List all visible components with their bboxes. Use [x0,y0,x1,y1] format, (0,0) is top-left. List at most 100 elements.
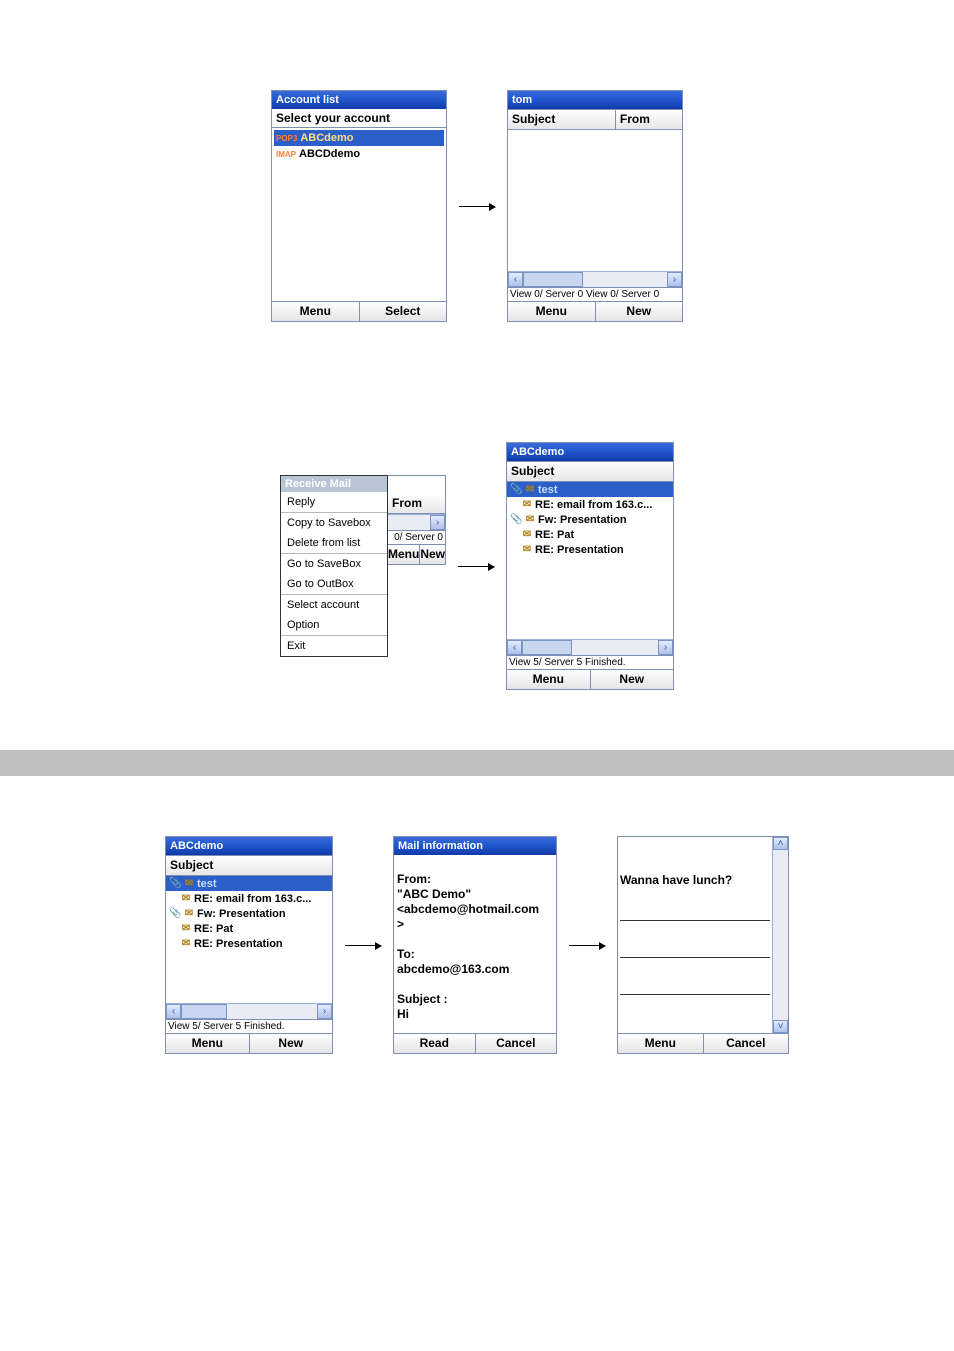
mail-icon: ✉ [521,529,533,540]
softkeys: Menu Select [272,301,446,321]
mail-subject: Fw: Presentation [538,514,627,526]
mail-icon: ✉ [521,544,533,555]
mail-info-body: From: "ABC Demo" <abcdemo@hotmail.com > … [394,855,556,1033]
softkeys: Menu New [507,669,673,689]
label-from: From: [397,872,431,886]
window-account-list: Account list Select your account POP3 AB… [271,90,447,322]
window-mail-body: Wanna have lunch? — No masks required! U… [617,836,789,1054]
titlebar-inbox-tom: tom [508,91,682,109]
softkey-new[interactable]: New [595,302,683,321]
account-item[interactable]: POP3 ABCdemo [274,130,444,146]
softkey-cancel[interactable]: Cancel [703,1034,789,1053]
softkey-new[interactable]: New [419,545,445,564]
scroll-down-icon[interactable]: ˅ [773,1020,788,1033]
horizontal-scrollbar[interactable]: ‹ › [508,271,682,287]
window-inbox-tom: tom Subject From ‹ › View 0/ Server 0 Vi… [507,90,683,322]
column-from[interactable]: From [616,110,682,129]
window-inbox-abcdemo-2: ABCdemo Subject 📎 ✉ test ✉ RE: email fro… [165,836,333,1054]
account-list-body: POP3 ABCdemo IMAP ABCDdemo [272,128,446,301]
value-from-addr: <abcdemo@hotmail.com [397,902,539,916]
scroll-up-icon[interactable]: ˄ [773,837,788,850]
window-menu-popup: Receive Mail Reply Copy to Savebox Delet… [280,475,446,657]
horizontal-scrollbar[interactable]: › [388,514,445,530]
softkey-read[interactable]: Read [394,1034,475,1053]
table-header: Subject [166,855,332,876]
scroll-right-icon[interactable]: › [430,515,445,530]
mail-subject: RE: Pat [194,923,233,935]
mail-row[interactable]: ✉ RE: Presentation [166,936,332,951]
mail-row[interactable]: ✉ RE: email from 163.c... [507,497,673,512]
column-from[interactable]: From [388,494,445,513]
mail-subject: RE: email from 163.c... [535,499,652,511]
mail-row[interactable]: ✉ RE: Pat [166,921,332,936]
mail-subject: Fw: Presentation [197,908,286,920]
mail-row[interactable]: 📎 ✉ Fw: Presentation [166,906,332,921]
menu-item-go-outbox[interactable]: Go to OutBox [281,574,387,594]
column-subject[interactable]: Subject [507,462,673,481]
softkey-menu[interactable]: Menu [618,1034,703,1053]
mail-row[interactable]: 📎 ✉ test [166,876,332,891]
mail-icon: ✉ [180,893,192,904]
menu-item-go-savebox[interactable]: Go to SaveBox [281,554,387,574]
vertical-scrollbar[interactable]: ˄ ˅ [772,837,788,1033]
horizontal-scrollbar[interactable]: ‹ › [507,639,673,655]
softkey-new[interactable]: New [249,1034,333,1053]
column-subject[interactable]: Subject [166,856,332,875]
scroll-left-icon[interactable]: ‹ [508,272,523,287]
titlebar-mail-info: Mail information [394,837,556,855]
column-subject[interactable]: Subject [508,110,616,129]
table-header-partial: From [388,494,445,514]
menu-item-delete[interactable]: Delete from list [281,533,387,553]
menu-item-option[interactable]: Option [281,615,387,635]
softkey-menu[interactable]: Menu [166,1034,249,1053]
softkey-select[interactable]: Select [359,302,447,321]
scroll-right-icon[interactable]: › [658,640,673,655]
label-to: To: [397,947,415,961]
text-line [620,943,770,958]
inbox-list-empty [508,130,682,271]
mail-row[interactable]: ✉ RE: email from 163.c... [166,891,332,906]
softkey-menu[interactable]: Menu [508,302,595,321]
scroll-left-icon[interactable]: ‹ [507,640,522,655]
table-header: Subject [507,461,673,482]
menu-item-select-account[interactable]: Select account [281,595,387,615]
subhead-select-account: Select your account [272,109,446,128]
menu-item-exit[interactable]: Exit [281,636,387,656]
account-name: ABCDdemo [299,148,360,160]
scrollbar-thumb[interactable] [181,1004,227,1019]
mail-icon: ✉ [183,908,195,919]
attachment-icon: 📎 [169,908,181,919]
text-line [620,980,770,995]
titlebar-inbox-abcdemo: ABCdemo [507,443,673,461]
scroll-right-icon[interactable]: › [667,272,682,287]
softkey-menu[interactable]: Menu [388,545,419,564]
mail-row[interactable]: 📎 ✉ test [507,482,673,497]
softkey-menu[interactable]: Menu [272,302,359,321]
scrollbar-thumb[interactable] [523,272,583,287]
mail-row[interactable]: ✉ RE: Presentation [507,542,673,557]
mail-subject: RE: email from 163.c... [194,893,311,905]
mail-row[interactable]: ✉ RE: Pat [507,527,673,542]
softkey-new[interactable]: New [590,670,674,689]
inbox-list: 📎 ✉ test ✉ RE: email from 163.c... 📎 ✉ F… [166,876,332,1003]
menu-item-reply[interactable]: Reply [281,492,387,512]
mail-subject: test [197,878,217,890]
mail-subject: RE: Presentation [535,544,624,556]
scroll-right-icon[interactable]: › [317,1004,332,1019]
mail-body-text[interactable]: Wanna have lunch? — No masks required! U… [618,837,772,1033]
account-item[interactable]: IMAP ABCDdemo [274,146,444,162]
window-mail-information: Mail information From: "ABC Demo" <abcde… [393,836,557,1054]
scroll-left-icon[interactable]: ‹ [166,1004,181,1019]
menu-item-copy-savebox[interactable]: Copy to Savebox [281,513,387,533]
account-name: ABCdemo [300,132,353,144]
value-subject: Hi [397,1007,409,1021]
value-to: abcdemo@163.com [397,962,509,976]
inbox-list: 📎 ✉ test ✉ RE: email from 163.c... 📎 ✉ F… [507,482,673,639]
horizontal-scrollbar[interactable]: ‹ › [166,1003,332,1019]
arrow-icon [345,945,381,946]
scrollbar-thumb[interactable] [522,640,572,655]
mail-row[interactable]: 📎 ✉ Fw: Presentation [507,512,673,527]
softkey-cancel[interactable]: Cancel [475,1034,557,1053]
softkey-menu[interactable]: Menu [507,670,590,689]
mail-icon: ✉ [180,923,192,934]
